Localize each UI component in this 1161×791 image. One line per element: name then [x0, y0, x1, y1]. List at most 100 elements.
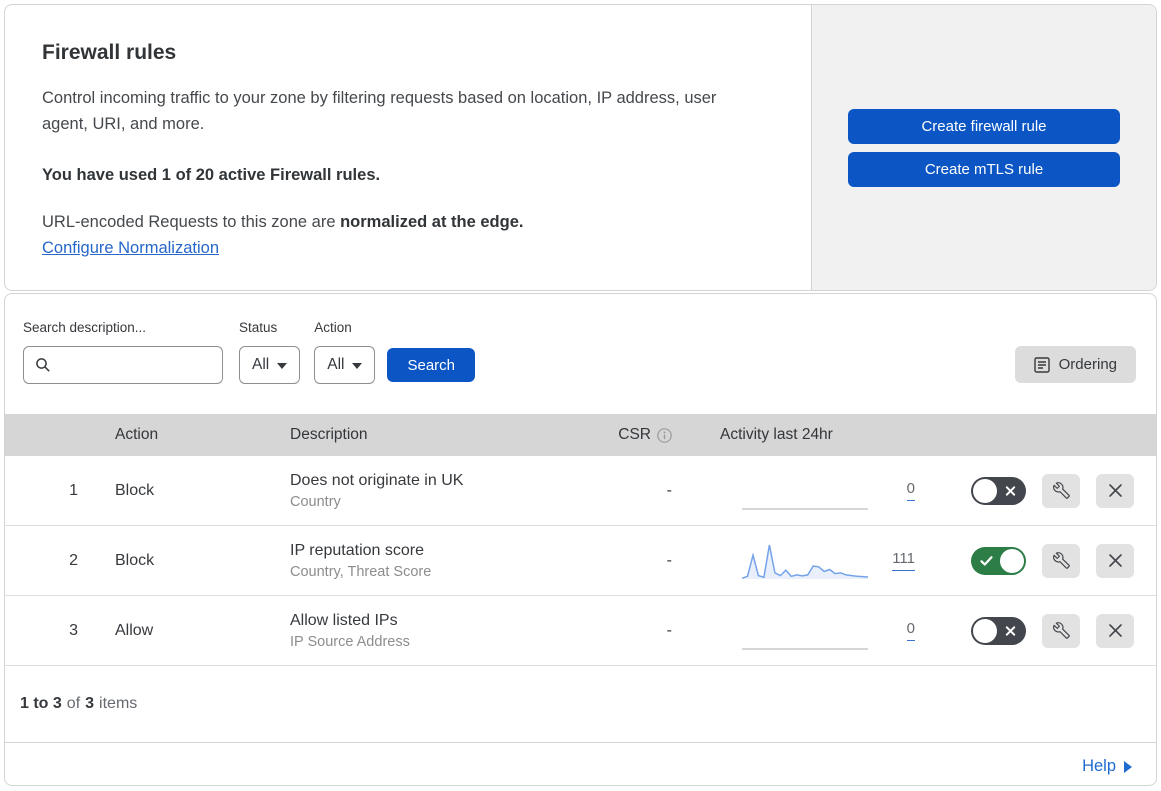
search-group: Search description... [23, 320, 223, 384]
column-activity: Activity last 24hr [720, 426, 833, 443]
rule-controls [929, 613, 1156, 648]
ordering-button-label: Ordering [1058, 356, 1117, 373]
rule-description-cell: Allow listed IPs IP Source Address [275, 609, 604, 652]
pagination-total: 3 [85, 695, 95, 712]
column-action: Action [115, 426, 159, 443]
rule-description: Allow listed IPs [290, 611, 398, 629]
firewall-rules-page: Firewall rules Control incoming traffic … [0, 0, 1161, 791]
table-row: 3 Allow Allow listed IPs IP Source Addre… [5, 596, 1156, 666]
rule-fields: Country [290, 493, 341, 510]
rule-csr-value: - [666, 621, 672, 639]
close-icon [1108, 553, 1123, 568]
rule-priority: 2 [69, 551, 78, 569]
page-title: Firewall rules [42, 41, 177, 64]
activity-sparkline [741, 544, 869, 579]
rule-action: Allow [115, 621, 154, 639]
search-field-wrap [23, 346, 223, 384]
rule-priority: 3 [69, 621, 78, 639]
search-label: Search description... [23, 320, 147, 335]
action-selected-value: All [327, 356, 345, 373]
usage-summary: You have used 1 of 20 active Firewall ru… [42, 165, 381, 184]
search-icon [35, 357, 51, 378]
pagination-items: items [99, 695, 138, 712]
rule-activity-cell: 111 [684, 541, 929, 581]
column-description: Description [290, 426, 368, 443]
status-selected-value: All [252, 356, 270, 373]
action-select[interactable]: All [314, 346, 376, 384]
rule-enable-toggle[interactable] [971, 616, 1026, 645]
close-icon [1108, 483, 1123, 498]
search-button[interactable]: Search [387, 348, 475, 382]
pagination-of: of [66, 695, 81, 712]
table-row: 1 Block Does not originate in UK Country… [5, 456, 1156, 526]
create-rule-panel: Create firewall rule Create mTLS rule [811, 5, 1156, 290]
toggle-cross-icon [1005, 625, 1016, 636]
rule-action: Block [115, 481, 155, 499]
edit-rule-button[interactable] [1042, 613, 1080, 648]
activity-count-link[interactable]: 0 [906, 480, 915, 501]
wrench-icon [1052, 482, 1070, 499]
toggle-check-icon [980, 555, 993, 566]
action-filter-group: Action All [314, 320, 376, 384]
ordering-button[interactable]: Ordering [1014, 346, 1136, 383]
rule-description: IP reputation score [290, 541, 425, 559]
rule-fields: Country, Threat Score [290, 563, 432, 580]
rule-description-cell: IP reputation score Country, Threat Scor… [275, 539, 604, 582]
close-icon [1108, 623, 1123, 638]
create-firewall-rule-button[interactable]: Create firewall rule [848, 108, 1120, 144]
page-description: Control incoming traffic to your zone by… [42, 89, 717, 134]
activity-count-link[interactable]: 0 [906, 620, 915, 641]
ordering-list-icon [1033, 356, 1050, 373]
column-csr: CSR [604, 426, 684, 444]
help-bar: Help [5, 742, 1156, 785]
configure-normalization-link[interactable]: Configure Normalization [42, 239, 219, 258]
action-label: Action [314, 320, 352, 335]
arrow-right-icon [1124, 761, 1132, 773]
search-input[interactable] [23, 346, 223, 384]
status-label: Status [239, 320, 278, 335]
toggle-knob [973, 618, 997, 643]
normalization-bold-text: normalized at the edge. [340, 212, 524, 231]
activity-count-link[interactable]: 111 [892, 550, 915, 571]
activity-sparkline [742, 507, 868, 510]
normalization-text: URL-encoded Requests to this zone are [42, 212, 341, 231]
delete-rule-button[interactable] [1096, 613, 1134, 648]
rule-fields: IP Source Address [290, 633, 410, 650]
firewall-intro: Firewall rules Control incoming traffic … [5, 5, 811, 290]
rule-priority: 1 [69, 481, 78, 499]
rule-action: Block [115, 551, 155, 569]
delete-rule-button[interactable] [1096, 543, 1134, 578]
firewall-overview-card: Firewall rules Control incoming traffic … [4, 4, 1157, 291]
rule-controls [929, 543, 1156, 578]
filter-bar: Search description... Status All Action … [5, 294, 1156, 414]
edit-rule-button[interactable] [1042, 543, 1080, 578]
table-header-row: Action Description CSR Activity last 24h… [5, 414, 1156, 456]
rule-description: Does not originate in UK [290, 471, 464, 489]
info-icon[interactable] [657, 427, 672, 443]
rule-enable-toggle[interactable] [971, 546, 1026, 575]
toggle-cross-icon [1005, 485, 1016, 496]
chevron-down-icon [352, 363, 363, 369]
edit-rule-button[interactable] [1042, 473, 1080, 508]
delete-rule-button[interactable] [1096, 473, 1134, 508]
chevron-down-icon [277, 363, 288, 369]
rule-description-cell: Does not originate in UK Country [275, 469, 604, 512]
help-link[interactable]: Help [1082, 757, 1132, 776]
toggle-knob [973, 478, 997, 503]
status-select[interactable]: All [239, 346, 301, 384]
rule-enable-toggle[interactable] [971, 476, 1026, 505]
wrench-icon [1052, 552, 1070, 569]
csr-header-label: CSR [618, 426, 651, 443]
pagination-summary: 1 to 3 of 3 items [5, 666, 1156, 742]
create-mtls-rule-button[interactable]: Create mTLS rule [848, 151, 1120, 187]
status-filter-group: Status All [239, 320, 301, 384]
help-label: Help [1082, 756, 1116, 775]
wrench-icon [1052, 622, 1070, 639]
table-row: 2 Block IP reputation score Country, Thr… [5, 526, 1156, 596]
rule-csr-value: - [666, 481, 672, 499]
firewall-rules-list-card: Search description... Status All Action … [4, 293, 1157, 786]
rule-controls [929, 473, 1156, 508]
rule-activity-cell: 0 [684, 471, 929, 511]
activity-sparkline [742, 647, 868, 650]
pagination-range: 1 to 3 [20, 695, 62, 712]
